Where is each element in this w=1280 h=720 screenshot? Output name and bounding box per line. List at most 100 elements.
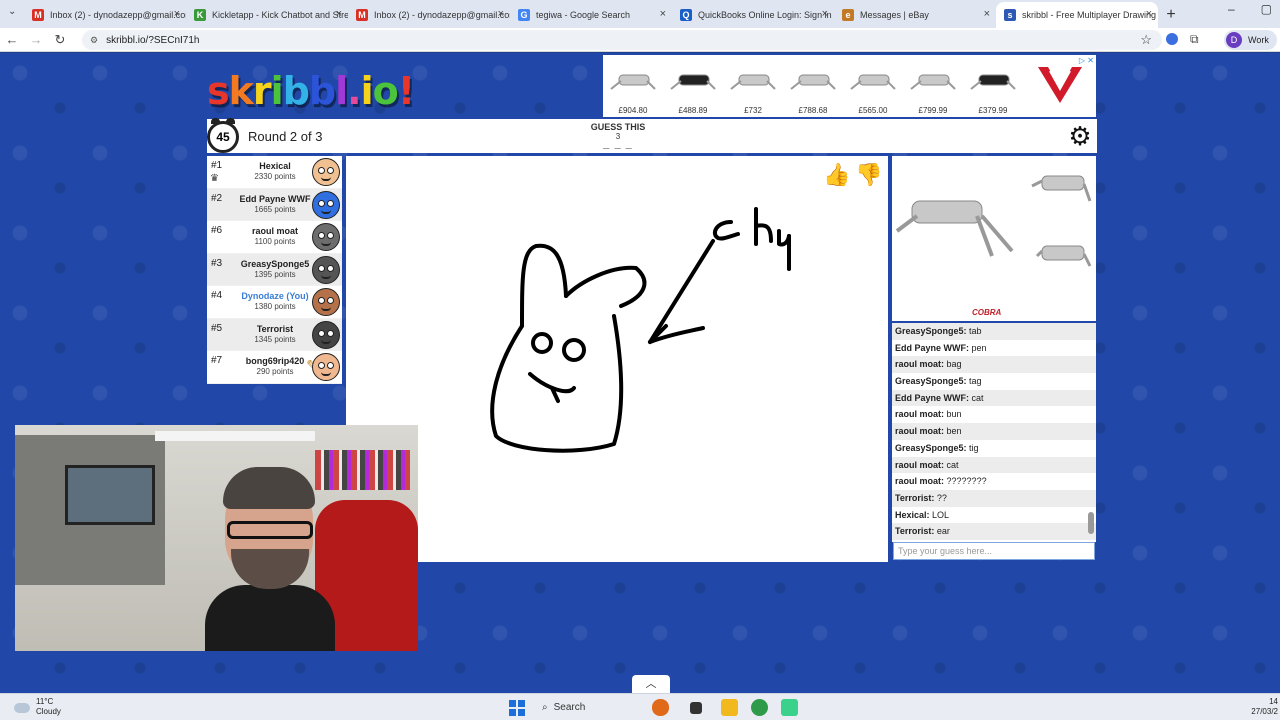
ad-product[interactable]: £565.00 (843, 55, 903, 117)
guess-input[interactable] (893, 542, 1095, 560)
chat-user: raoul moat: (895, 459, 945, 470)
forward-icon[interactable]: → (24, 32, 48, 47)
ad-product[interactable]: £379.99 (963, 55, 1023, 117)
site-info-icon[interactable]: ⚙ (90, 35, 98, 46)
close-tab-icon[interactable]: × (660, 8, 666, 20)
task-view-icon[interactable] (690, 702, 702, 714)
browser-tab[interactable]: M Inbox (2) - dynodazepp@gmail.com × (348, 2, 510, 28)
player-row[interactable]: #4 Dynodaze (You) 1380 points (207, 286, 342, 319)
taskbar-app-icon-2[interactable] (781, 699, 798, 716)
chat-message: Terrorist: ?? (892, 489, 1096, 507)
player-rank: #1 (211, 160, 223, 171)
player-row[interactable]: #2 Edd Payne WWF 1665 points (207, 188, 342, 221)
close-tab-icon[interactable]: × (822, 8, 828, 20)
weather-widget[interactable]: 11°C Cloudy (14, 697, 61, 717)
browser-tab[interactable]: Q QuickBooks Online Login: Sign in × (672, 2, 834, 28)
tab-strip: ⌄ M Inbox (2) - dynodazepp@gmail.com × K Kic… (0, 0, 1280, 28)
close-tab-icon[interactable]: × (498, 8, 504, 20)
close-tab-icon[interactable]: × (336, 8, 342, 20)
ad-product[interactable]: £799.99 (903, 55, 963, 117)
chat-message: Hexical: LOL (892, 507, 1096, 524)
new-tab-button[interactable]: + (1158, 2, 1184, 28)
maximize-icon[interactable]: ▢ (1261, 2, 1272, 16)
browser-tab[interactable]: K Kickletapp - Kick Chatbot and Stream To… (186, 2, 348, 28)
browser-tab[interactable]: Gtegiwa - Google Search × (510, 2, 672, 28)
ad-price: £488.89 (678, 106, 708, 115)
taskbar-search-label: Search (553, 701, 586, 713)
chat-user: GreasySponge5: (895, 442, 967, 453)
tab-title: Inbox (2) - dynodazepp@gmail.com (50, 10, 186, 20)
chat-scroll-thumb[interactable] (1088, 512, 1094, 534)
chevron-up-icon[interactable]: ︿ (632, 675, 670, 693)
minimize-icon[interactable]: – (1228, 2, 1235, 16)
logo-letter: i (360, 69, 374, 113)
webcam-overlay (15, 425, 418, 651)
chat-message: raoul moat: bun (892, 406, 1096, 423)
player-row[interactable]: #3 GreasySponge5 1395 points (207, 253, 342, 286)
settings-gear-icon[interactable]: ⚙ (1066, 122, 1094, 150)
player-row[interactable]: #5 Terrorist 1345 points (207, 318, 342, 351)
extensions-puzzle-icon[interactable]: ⧉ (1190, 32, 1199, 47)
chrome-icon[interactable] (751, 699, 768, 716)
top-ad-banner[interactable]: £904.80 £488.89 £732 £788.68 £565.00 £799.99 £… (603, 55, 1096, 117)
profile-button[interactable]: D Work (1224, 30, 1277, 50)
player-name: raoul moat (251, 226, 298, 236)
ad-price: £904.80 (618, 106, 648, 115)
tab-search-icon[interactable]: ⌄ (8, 6, 16, 17)
ad-product[interactable]: £788.68 (783, 55, 843, 117)
timer-clock-icon: 45 (207, 118, 239, 153)
adchoices-icon[interactable]: ▷ ✕ (1079, 56, 1094, 65)
ad-product[interactable]: £904.80 (603, 55, 663, 117)
ad-product[interactable]: £488.89 (663, 55, 723, 117)
clock[interactable]: 14 27/03/2 (1251, 697, 1278, 717)
url-text: skribbl.io/?SECnI71h (106, 34, 200, 46)
player-row[interactable]: #7bong69rip420290 points✎ (207, 351, 342, 384)
exhaust-icon (790, 74, 836, 90)
extension-icon[interactable] (1166, 33, 1178, 45)
chat-text: bun (946, 409, 962, 420)
thumbs-down-icon[interactable]: 👎 (854, 162, 884, 192)
ad-price: £788.68 (798, 106, 828, 115)
taskbar-search[interactable]: ⌕ Search (536, 697, 646, 717)
drawing-canvas[interactable]: 👍 👎 (346, 156, 888, 562)
chat-scrollbar[interactable] (1088, 325, 1094, 540)
exhaust-icon (910, 74, 956, 90)
ad-price: £799.99 (918, 106, 948, 115)
bookmark-star-icon[interactable]: ☆ (1140, 32, 1152, 48)
chat-message: GreasySponge5: tag (892, 373, 1096, 390)
file-explorer-icon[interactable] (721, 699, 738, 716)
player-row[interactable]: #6 raoul moat 1100 points (207, 221, 342, 254)
ad-product[interactable]: £732 (723, 55, 783, 117)
skribbl-logo: skribbl.io! (207, 69, 415, 113)
tab-title: tegiwa - Google Search (536, 10, 631, 20)
profile-avatar: D (1226, 32, 1242, 48)
side-ad-banner[interactable]: COBRA (892, 156, 1096, 321)
player-avatar (312, 320, 340, 349)
taskbar: 11°C Cloudy ⌕ Search 14 27/03/2 (0, 693, 1280, 720)
chat-user: Edd Payne WWF: (895, 392, 969, 403)
url-field[interactable]: ⚙ skribbl.io/?SECnI71h ☆ (82, 30, 1162, 50)
logo-letter: k (228, 69, 254, 113)
browser-tab[interactable]: s skribbl - Free Multiplayer Drawing × (996, 2, 1158, 28)
tab-title: skribbl - Free Multiplayer Drawing (1022, 10, 1157, 20)
close-tab-icon[interactable]: × (1146, 8, 1152, 20)
player-points: 1665 points (254, 204, 296, 214)
browser-tab[interactable]: e Messages | eBay × (834, 2, 996, 28)
windows-start-icon[interactable] (509, 700, 525, 716)
back-icon[interactable]: ← (0, 32, 24, 47)
tab-title: Kickletapp - Kick Chatbot and Stream Too… (212, 10, 348, 20)
close-tab-icon[interactable]: × (984, 8, 990, 20)
close-tab-icon[interactable]: × (174, 8, 180, 20)
browser-tab[interactable]: M Inbox (2) - dynodazepp@gmail.com × (24, 2, 186, 28)
reload-icon[interactable]: ↻ (48, 32, 72, 48)
tray-date: 27/03/2 (1251, 707, 1278, 716)
exhaust-icon (730, 74, 776, 90)
chat-message: Terrorist: ear (892, 523, 1096, 540)
chat-text: bag (946, 359, 962, 370)
timer-value: 45 (216, 130, 230, 144)
thumbs-up-icon[interactable]: 👍 (822, 162, 852, 192)
ad-price: £379.99 (978, 106, 1008, 115)
exhaust-product-image (895, 175, 1092, 267)
player-row[interactable]: #1 ♛ Hexical 2330 points (207, 156, 342, 189)
taskbar-app-icon[interactable] (652, 699, 669, 716)
